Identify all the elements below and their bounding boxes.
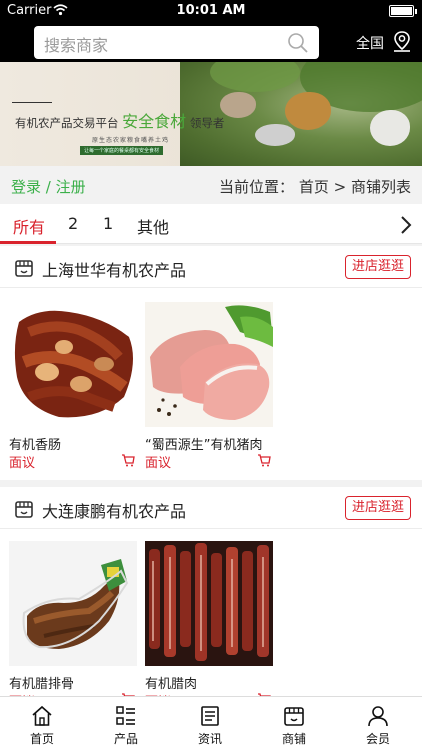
cart-icon[interactable] — [257, 452, 271, 471]
breadcrumb-separator: > — [333, 178, 347, 196]
product-image-cured-ribs[interactable] — [9, 541, 137, 666]
user-icon — [367, 705, 389, 731]
breadcrumb-home[interactable]: 首页 — [299, 178, 329, 196]
promo-banner[interactable]: 有机农产品交易平台 安全食材 领导者 原生态农家粮食嘴养土鸡 让每一个家庭的餐桌… — [0, 62, 422, 166]
shop-card: 大连康鹏有机农产品 进店逛逛 有机腊排骨 面议 — [0, 487, 422, 696]
product-item[interactable]: “蜀西源生”有机猪肉 面议 — [145, 302, 273, 472]
banner-headline: 有机农产品交易平台 安全食材 领导者 — [15, 108, 224, 132]
product-item[interactable]: 有机香肠 面议 — [9, 302, 137, 472]
tabbar-item-shops[interactable]: 商铺 — [252, 697, 336, 750]
cart-icon[interactable] — [121, 452, 135, 471]
location-pin-icon[interactable] — [392, 30, 412, 56]
auth-links: 登录 / 注册 — [11, 176, 86, 197]
breadcrumb-current: 商铺列表 — [350, 178, 411, 196]
foliage — [210, 62, 300, 92]
store-icon — [14, 499, 34, 523]
tabbar-label: 会员 — [365, 732, 390, 746]
tabbar-label: 首页 — [29, 732, 54, 746]
banner-text-main: 有机农产品交易平台 — [15, 116, 119, 130]
search-icon[interactable] — [287, 32, 309, 58]
banner-text-tail: 领导者 — [189, 116, 225, 130]
tab-indicator — [0, 241, 56, 244]
chicken-image — [220, 92, 256, 118]
battery-level — [391, 7, 412, 15]
product-price: 面议 — [9, 456, 36, 471]
banner-strip: 让每一个家庭的餐桌都有安全食材 — [80, 146, 164, 155]
product-image-cured-pork[interactable] — [145, 541, 273, 666]
product-price: 面议 — [145, 456, 172, 471]
banner-subtext: 原生态农家粮食嘴养土鸡 — [92, 137, 170, 144]
home-icon — [31, 705, 53, 731]
shop-header: 大连康鹏有机农产品 进店逛逛 — [0, 487, 422, 529]
tab-2[interactable]: 2 — [68, 214, 78, 233]
battery-icon — [389, 5, 417, 17]
list-icon — [115, 705, 137, 731]
status-time: 10:01 AM — [176, 3, 246, 18]
tab-all[interactable]: 所有 — [13, 214, 45, 238]
shop-name[interactable]: 上海世华有机农产品 — [42, 257, 186, 281]
info-bar: 登录 / 注册 当前位置： 首页 > 商铺列表 — [0, 166, 422, 204]
product-image-sausage[interactable] — [9, 302, 137, 427]
shop-name[interactable]: 大连康鹏有机农产品 — [42, 498, 186, 522]
product-name[interactable]: 有机腊肉 — [145, 673, 197, 692]
breadcrumb-prefix: 当前位置： — [219, 178, 295, 196]
tabbar-item-products[interactable]: 产品 — [84, 697, 168, 750]
tab-1[interactable]: 1 — [103, 214, 113, 233]
banner-text-highlight: 安全食材 — [122, 112, 187, 131]
region-selector[interactable]: 全国 — [356, 33, 384, 53]
tabbar-label: 商铺 — [281, 732, 306, 746]
news-icon — [199, 705, 221, 731]
enter-shop-button[interactable]: 进店逛逛 — [344, 496, 411, 520]
product-item[interactable]: 有机腊排骨 面议 — [9, 541, 137, 696]
search-input[interactable]: 搜索商家 — [34, 26, 319, 59]
breadcrumb: 当前位置： 首页 > 商铺列表 — [219, 176, 411, 197]
register-link[interactable]: 注册 — [56, 178, 86, 196]
tab-other[interactable]: 其他 — [137, 214, 169, 238]
shop-icon — [283, 705, 305, 731]
product-name[interactable]: 有机腊排骨 — [9, 673, 74, 692]
login-link[interactable]: 登录 — [11, 178, 41, 196]
product-name[interactable]: “蜀西源生”有机猪肉 — [145, 434, 262, 453]
tabbar-label: 产品 — [113, 732, 138, 746]
chicken-image — [255, 124, 295, 146]
tabbar-item-news[interactable]: 资讯 — [168, 697, 252, 750]
status-bar: Carrier 10:01 AM — [0, 0, 422, 22]
product-name[interactable]: 有机香肠 — [9, 434, 61, 453]
category-tabs: 所有 2 1 其他 — [0, 204, 422, 244]
enter-shop-button[interactable]: 进店逛逛 — [344, 255, 411, 279]
banner-divider — [12, 102, 52, 103]
auth-divider: / — [45, 178, 51, 196]
app-screen: Carrier 10:01 AM 搜索商家 全国 有机农产品交易平台 安全食材 … — [0, 0, 422, 750]
search-placeholder: 搜索商家 — [44, 36, 109, 55]
tabbar-item-home[interactable]: 首页 — [0, 697, 84, 750]
tabbar-label: 资讯 — [197, 732, 222, 746]
shop-card: 上海世华有机农产品 进店逛逛 有机香肠 面议 “蜀西源生”有机猪肉 面议 — [0, 246, 422, 480]
top-bar: Carrier 10:01 AM 搜索商家 全国 — [0, 0, 422, 62]
store-icon — [14, 258, 34, 282]
product-item[interactable]: 有机腊肉 面议 — [145, 541, 273, 696]
tabbar-item-member[interactable]: 会员 — [336, 697, 420, 750]
chevron-right-icon[interactable] — [400, 215, 412, 239]
chicken-image — [370, 110, 410, 146]
chicken-image — [285, 92, 331, 130]
bottom-tab-bar: 首页 产品 资讯 商铺 会员 — [0, 696, 422, 750]
product-image-pork[interactable] — [145, 302, 273, 427]
shop-header: 上海世华有机农产品 进店逛逛 — [0, 246, 422, 288]
